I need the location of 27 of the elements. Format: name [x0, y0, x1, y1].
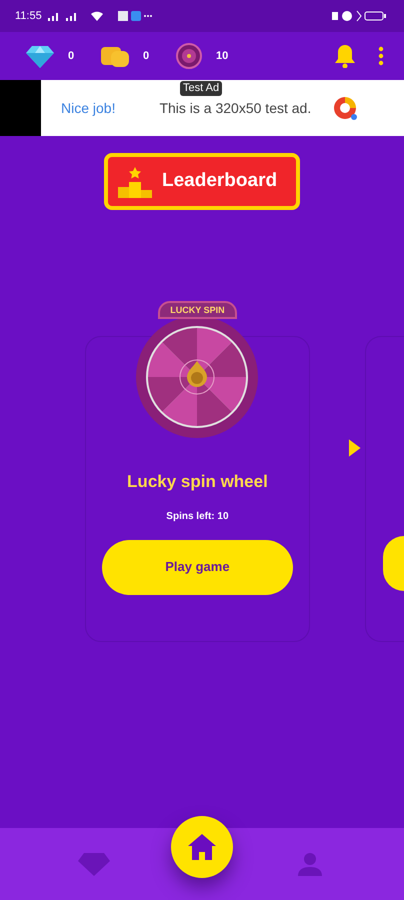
- bell-icon[interactable]: [334, 44, 356, 68]
- leaderboard-button[interactable]: Leaderboard: [104, 153, 300, 210]
- ad-headline: Nice job!: [61, 98, 116, 118]
- ad-text: This is a 320x50 test ad.: [159, 98, 312, 118]
- counter-value: 0: [143, 48, 150, 64]
- next-card-button[interactable]: [383, 536, 404, 591]
- clock-text: 11:55: [15, 8, 42, 24]
- podium-icon: [118, 166, 152, 198]
- wheel-icon: [176, 43, 202, 69]
- home-icon: [187, 833, 217, 861]
- coins-icon: [101, 45, 129, 67]
- wheel-badge: LUCKY SPIN: [158, 301, 237, 319]
- home-button[interactable]: [171, 816, 233, 878]
- more-icon[interactable]: [378, 46, 384, 66]
- next-arrow-icon[interactable]: [348, 438, 362, 458]
- spins-left-text: Spins left: 10: [166, 510, 229, 524]
- app-icon: [130, 11, 141, 21]
- play-game-button[interactable]: Play game: [102, 540, 293, 594]
- counter-value: 10: [216, 48, 228, 64]
- ad-logo-icon: [331, 94, 360, 122]
- notification-icon: [118, 11, 128, 21]
- tooltip: Test Ad: [180, 81, 222, 96]
- diamond-icon: [26, 44, 54, 68]
- ad-image-placeholder: [0, 80, 41, 136]
- game-title: Lucky spin wheel: [127, 471, 268, 493]
- counter-value: 0: [68, 48, 74, 64]
- wifi-icon: [90, 10, 104, 22]
